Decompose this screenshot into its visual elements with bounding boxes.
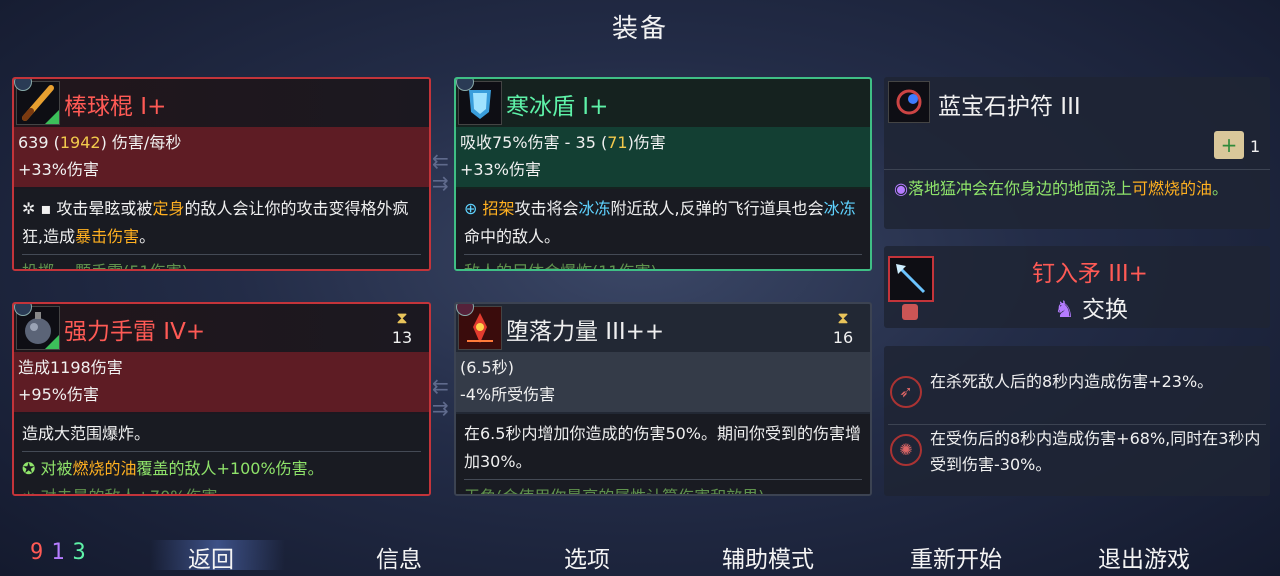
cooldown-value: 16 [832, 328, 854, 347]
item-description: ✲ ▪ 攻击晕眩或被定身的敌人会让你的攻击变得格外疯狂,造成暴击伤害。 投掷 一… [14, 189, 429, 269]
spear-icon [888, 256, 934, 302]
scroll-counter: 913 [30, 540, 94, 565]
item-name: 棒球棍 I+ [64, 94, 167, 120]
damage-bonus: +33%伤害 [460, 160, 541, 179]
amulet-name: 蓝宝石护符 III [938, 94, 1081, 120]
corner-marker-icon [45, 335, 59, 349]
mutation-row[interactable]: ✺ 在受伤后的8秒内造成伤害+68%,同时在3秒内受到伤害-30%。 [884, 426, 1270, 480]
mutations-panel: ➶ 在杀死敌人后的8秒内造成伤害+23%。 ✺ 在受伤后的8秒内造成伤害+68%… [884, 346, 1270, 496]
menu-quit[interactable]: 退出游戏 [1098, 540, 1190, 574]
item-name: 寒冰盾 I+ [506, 94, 609, 120]
bow-mutation-icon: ➶ [890, 376, 922, 408]
swap-button[interactable]: ♞ 交换 [1054, 290, 1128, 324]
duration-stat: (6.5秒) [460, 358, 514, 377]
corner-marker-icon [45, 110, 59, 124]
damage-bonus: +95%伤害 [18, 385, 99, 404]
lock-icon: ✲ ▪ [22, 199, 57, 218]
scroll-icon: + [1214, 131, 1244, 159]
mutation-row[interactable]: ➶ 在杀死敌人后的8秒内造成伤害+23%。 [884, 368, 1270, 418]
damage-taken-stat: -4%所受伤害 [460, 385, 556, 404]
damage-stat: 造成1198伤害 [18, 358, 123, 377]
hourglass-icon: ⧗ [837, 308, 849, 327]
swap-arrows-icon[interactable]: ⇇ ⇉ [432, 150, 449, 194]
scroll-count: 1 [1250, 137, 1261, 156]
amulet-description: ◉落地猛冲会在你身边的地面浇上可燃烧的油。 [894, 179, 1229, 198]
swap-glyph-icon: ♞ [1054, 297, 1082, 323]
swap-arrows-icon[interactable]: ⇇ ⇉ [432, 375, 449, 419]
menu-options[interactable]: 选项 [564, 540, 610, 574]
block-stat: 吸收75%伤害 - 35 (71)伤害 [460, 133, 666, 152]
menu-restart[interactable]: 重新开始 [910, 540, 1002, 574]
affix-icon: ◉ [894, 179, 908, 198]
amulet-panel[interactable]: 蓝宝石护符 III + 1 ◉落地猛冲会在你身边的地面浇上可燃烧的油。 [884, 77, 1270, 229]
tactics-count: 1 [51, 540, 73, 565]
damage-bonus: +33%伤害 [18, 160, 99, 179]
rage-mutation-icon: ✺ [890, 434, 922, 466]
dps-stat: 639 (1942) 伤害/每秒 [18, 133, 182, 152]
skill-card-powerful-grenade[interactable]: 强力手雷 IV+ ⧗ 13 造成1198伤害 +95%伤害 造成大范围爆炸。 ✪… [12, 302, 431, 496]
backpack-item-name: 钉入矛 III+ [1032, 261, 1148, 287]
stun-icon: ✶ [22, 487, 41, 494]
item-name: 堕落力量 III++ [506, 319, 665, 345]
shield-card-ice-shield[interactable]: 寒冰盾 I+ 吸收75%伤害 - 35 (71)伤害 +33%伤害 ⊕ 招架攻击… [454, 77, 872, 271]
affix-icon: ✪ [22, 459, 41, 478]
item-description: ⊕ 招架攻击将会冰冻附近敌人,反弹的飞行道具也会冰冻命中的敌人。 敌人的尸体会爆… [456, 189, 870, 269]
menu-back[interactable]: 返回 [188, 540, 234, 574]
mini-head-icon [902, 304, 918, 320]
weapon-card-baseball-bat[interactable]: 棒球棍 I+ 639 (1942) 伤害/每秒 +33%伤害 ✲ ▪ 攻击晕眩或… [12, 77, 431, 271]
brutality-count: 9 [30, 540, 52, 565]
sapphire-amulet-icon [888, 81, 930, 123]
survival-count: 3 [72, 540, 94, 565]
item-description: 造成大范围爆炸。 ✪ 对被燃烧的油覆盖的敌人+100%伤害。 ✶ 对击晕的敌人+… [14, 414, 429, 494]
cooldown-value: 13 [391, 328, 413, 347]
parry-icon: ⊕ [464, 199, 483, 218]
item-description: 在6.5秒内增加你造成的伤害50%。期间你受到的伤害增加30%。 无角(会使用你… [456, 414, 870, 494]
hourglass-icon: ⧗ [396, 308, 408, 327]
menu-assist-mode[interactable]: 辅助模式 [722, 540, 814, 574]
screen-title: 装备 [611, 14, 668, 44]
item-name: 强力手雷 IV+ [64, 319, 206, 345]
skill-card-corrupted-power[interactable]: 堕落力量 III++ ⧗ 16 (6.5秒) -4%所受伤害 在6.5秒内增加你… [454, 302, 872, 496]
backpack-panel[interactable]: 钉入矛 III+ ♞ 交换 [884, 246, 1270, 328]
menu-info[interactable]: 信息 [376, 540, 422, 574]
